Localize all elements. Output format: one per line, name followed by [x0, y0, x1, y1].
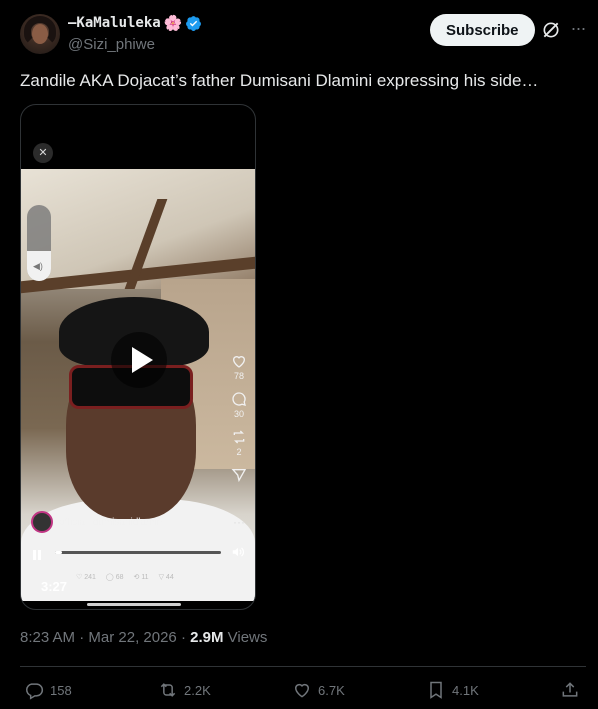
- heart-icon: [232, 356, 246, 368]
- comment-icon: [232, 392, 246, 406]
- instagram-more-icon: ···: [233, 515, 245, 529]
- share-icon: [562, 682, 578, 697]
- meta-separator: ·: [75, 629, 89, 646]
- avatar-face: [32, 24, 48, 44]
- side-reposts-count: 2: [236, 447, 242, 457]
- share-button[interactable]: [560, 680, 580, 700]
- progress-fill: [55, 551, 62, 554]
- tweet-meta: 8:23 AM · Mar 22, 2026 · 2.9M Views: [20, 629, 267, 646]
- author-names: —KaMaluleka 🌸 @Sizi_phiwe: [68, 14, 202, 53]
- repost-count: 2.2K: [184, 682, 211, 698]
- video-duration: 3:27: [41, 579, 68, 594]
- like-button[interactable]: 6.7K: [292, 680, 345, 700]
- video-frame[interactable]: ◀) 78 30 2 official_dumisanidlamini ···: [21, 169, 255, 601]
- bookmark-icon: [430, 681, 442, 699]
- home-indicator: [87, 603, 181, 606]
- divider: [20, 666, 586, 667]
- send-icon: [231, 469, 247, 483]
- instagram-side-actions: 78 30 2: [228, 353, 250, 483]
- mini-shares-count: 44: [165, 574, 174, 581]
- mini-likes-count: 241: [84, 574, 96, 581]
- more-options-icon[interactable]: ···: [567, 18, 589, 40]
- author-display-name-row[interactable]: —KaMaluleka 🌸: [68, 14, 202, 32]
- close-icon[interactable]: ✕: [33, 143, 53, 163]
- tweet-header: —KaMaluleka 🌸 @Sizi_phiwe Subscribe ···: [20, 12, 590, 56]
- author-handle[interactable]: @Sizi_phiwe: [68, 36, 202, 53]
- mini-comments-count: 68: [115, 574, 124, 581]
- side-comments-count: 30: [233, 409, 244, 419]
- play-button[interactable]: [111, 332, 167, 388]
- mini-likes: ♡ 241: [76, 574, 96, 581]
- views-label: Views: [223, 629, 268, 646]
- mini-reposts-count: 11: [141, 574, 149, 581]
- author-display-name[interactable]: —KaMaluleka: [68, 15, 161, 31]
- mini-comments: ◯ 68: [105, 574, 124, 581]
- reply-count: 158: [50, 682, 72, 698]
- like-count: 6.7K: [318, 682, 345, 698]
- meta-separator: ·: [176, 629, 191, 646]
- subscribe-button[interactable]: Subscribe: [430, 14, 535, 46]
- grok-icon[interactable]: [541, 20, 561, 40]
- author-avatar[interactable]: [20, 14, 60, 54]
- reply-icon: [26, 683, 44, 700]
- video-card[interactable]: ✕ ◀) 78 30 2 official_dumisanidlamini ··…: [20, 104, 256, 610]
- repost-button[interactable]: 2.2K: [158, 680, 211, 700]
- heart-icon: [294, 683, 310, 698]
- bookmark-count: 4.1K: [452, 682, 479, 698]
- tweet-time[interactable]: 8:23 AM: [20, 629, 75, 646]
- video-controls: [21, 545, 255, 560]
- verified-badge-icon: [186, 15, 202, 31]
- mini-reposts: ⟲ 11: [133, 574, 149, 581]
- volume-icon: ◀): [33, 261, 43, 271]
- flower-emoji-icon: 🌸: [163, 13, 183, 32]
- instagram-username: official_dumisanidlamini: [59, 516, 165, 528]
- progress-bar[interactable]: [55, 551, 221, 554]
- tweet-date[interactable]: Mar 22, 2026: [88, 629, 176, 646]
- instagram-user: official_dumisanidlamini: [31, 511, 164, 533]
- repost-icon: [233, 430, 245, 444]
- repost-icon: [160, 683, 176, 697]
- bookmark-button[interactable]: 4.1K: [426, 680, 479, 700]
- play-icon: [132, 347, 153, 373]
- reply-button[interactable]: 158: [24, 680, 72, 700]
- pause-icon[interactable]: [33, 547, 43, 560]
- volume-slider[interactable]: ◀): [27, 205, 51, 281]
- views-count: 2.9M: [190, 629, 224, 646]
- instagram-avatar: [31, 511, 53, 533]
- speaker-icon[interactable]: [231, 545, 247, 559]
- instagram-mini-stats: ♡ 241 ◯ 68 ⟲ 11 ▽ 44: [76, 573, 174, 581]
- tweet-actions: 158 2.2K 6.7K 4.1K: [24, 680, 584, 702]
- side-likes-count: 78: [233, 371, 244, 381]
- mini-shares: ▽ 44: [158, 574, 174, 581]
- tweet-text: Zandile AKA Dojacat’s father Dumisani Dl…: [20, 71, 539, 90]
